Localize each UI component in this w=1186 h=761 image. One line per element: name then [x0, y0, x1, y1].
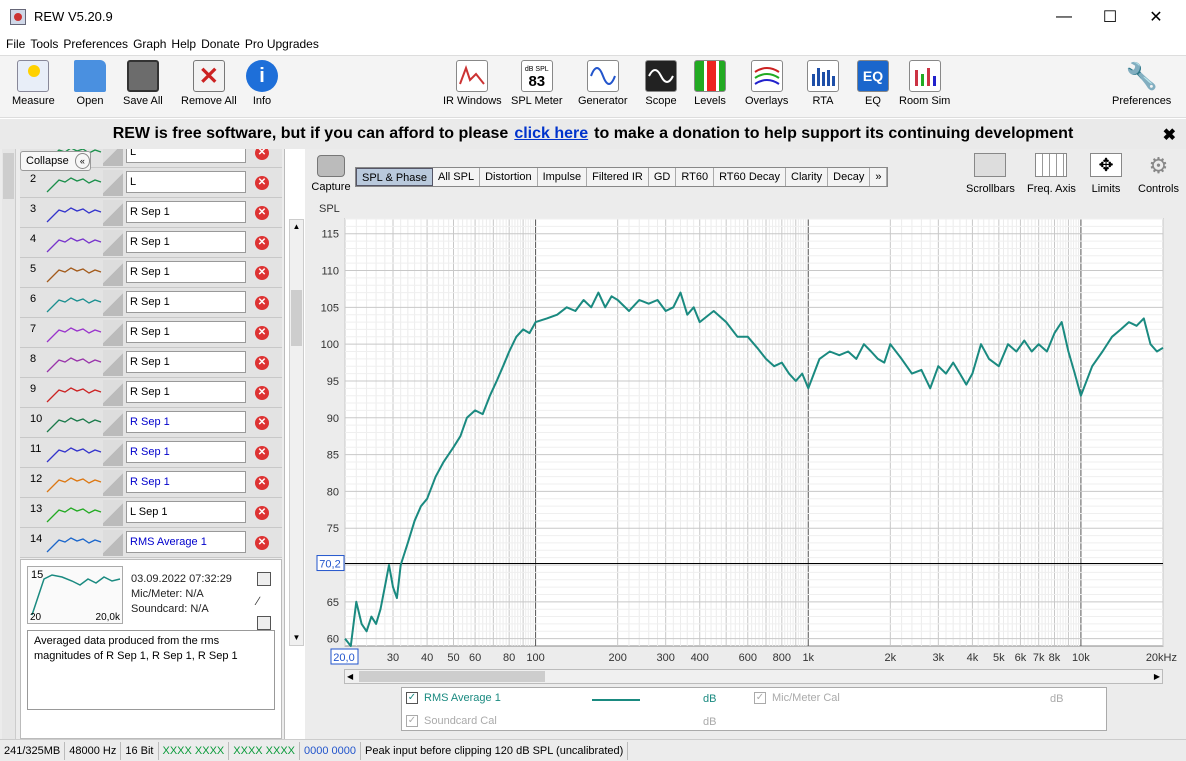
y-tick-label: 90	[327, 413, 339, 425]
x-tick-label: 100	[526, 652, 544, 664]
spl-chart[interactable]: 6065707580859095100105110115SPL304050608…	[0, 0, 1186, 761]
cursor-x-readout: 20,0	[333, 652, 354, 664]
x-tick-label: 2k	[885, 652, 897, 664]
legend-unit-soundcard: dB	[703, 716, 717, 728]
graph-horizontal-scrollbar[interactable]: ◀ ▶	[344, 669, 1163, 684]
x-tick-label: 50	[447, 652, 459, 664]
x-tick-label: 5k	[993, 652, 1005, 664]
status-bar: 241/325MB 48000 Hz 16 Bit XXXX XXXX XXXX…	[0, 739, 1186, 761]
x-tick-label: 3k	[933, 652, 945, 664]
status-sample-rate: 48000 Hz	[65, 741, 122, 760]
scroll-left-icon[interactable]: ◀	[347, 670, 353, 683]
graph-vertical-scrollbar[interactable]: ▲ ▼	[289, 219, 304, 646]
vertical-scroll-thumb[interactable]	[291, 290, 302, 346]
x-tick-label: 8k	[1049, 652, 1061, 664]
y-tick-label: 60	[327, 634, 339, 646]
x-tick-label: 40	[421, 652, 433, 664]
legend-row-rms-average: ✓ RMS Average 1	[406, 692, 501, 704]
y-tick-label: 65	[327, 597, 339, 609]
x-tick-label: 10k	[1072, 652, 1090, 664]
graph-legend: ✓ RMS Average 1 dB ✓ Mic/Meter Cal dB ✓ …	[401, 687, 1107, 731]
x-tick-label: 30	[387, 652, 399, 664]
legend-checkbox-soundcard-cal: ✓	[406, 715, 418, 727]
x-tick-label: 600	[739, 652, 757, 664]
y-tick-label: 105	[321, 302, 339, 314]
y-tick-label: 95	[327, 376, 339, 388]
horizontal-scroll-thumb[interactable]	[359, 671, 545, 682]
status-bit-depth: 16 Bit	[121, 741, 159, 760]
legend-unit-rms: dB	[703, 693, 717, 705]
status-output-meter: XXXX XXXX	[229, 741, 301, 760]
scroll-right-icon[interactable]: ▶	[1154, 670, 1160, 683]
legend-unit-mic: dB	[1050, 693, 1064, 705]
x-tick-label: 20kHz	[1146, 652, 1177, 664]
y-tick-label: 85	[327, 450, 339, 462]
y-tick-label: 110	[321, 266, 339, 278]
y-tick-label: 115	[321, 229, 339, 241]
x-tick-label: 60	[469, 652, 481, 664]
status-message: Peak input before clipping 120 dB SPL (u…	[361, 741, 629, 760]
x-tick-label: 7k	[1033, 652, 1045, 664]
scroll-up-icon[interactable]: ▲	[290, 220, 303, 234]
x-tick-label: 300	[657, 652, 675, 664]
y-tick-label: 75	[327, 523, 339, 535]
collapse-button[interactable]: Collapse «	[20, 151, 91, 171]
y-tick-label: 100	[321, 339, 339, 351]
cursor-y-readout: 70,2	[319, 559, 340, 571]
x-tick-label: 200	[608, 652, 626, 664]
scroll-down-icon[interactable]: ▼	[290, 631, 303, 645]
status-input-meter: XXXX XXXX	[159, 741, 230, 760]
y-axis-label: SPL	[319, 203, 340, 215]
legend-row-soundcard-cal: ✓ Soundcard Cal	[406, 715, 497, 727]
status-zero-meter: 0000 0000	[300, 741, 362, 760]
legend-line-swatch	[592, 699, 640, 701]
legend-row-mic-cal: ✓ Mic/Meter Cal	[754, 692, 840, 704]
collapse-chevron-icon: «	[74, 153, 90, 169]
legend-checkbox-rms-average[interactable]: ✓	[406, 692, 418, 704]
x-tick-label: 800	[773, 652, 791, 664]
x-tick-label: 6k	[1015, 652, 1027, 664]
x-tick-label: 4k	[967, 652, 979, 664]
legend-checkbox-mic-cal: ✓	[754, 692, 766, 704]
x-tick-label: 400	[691, 652, 709, 664]
y-tick-label: 80	[327, 486, 339, 498]
x-tick-label: 80	[503, 652, 515, 664]
x-tick-label: 1k	[802, 652, 814, 664]
status-memory: 241/325MB	[0, 741, 66, 760]
